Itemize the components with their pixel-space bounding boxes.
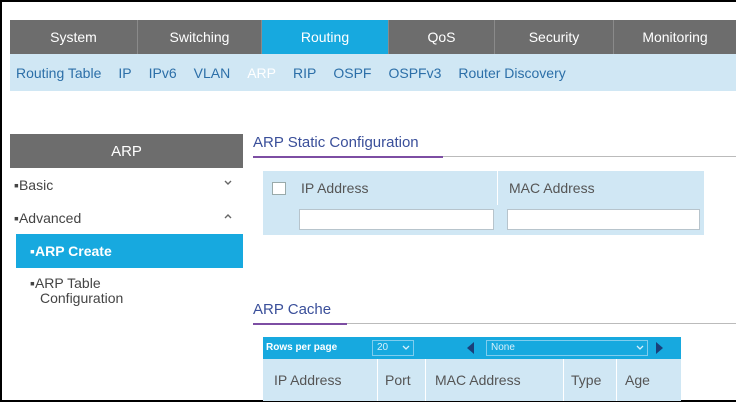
rows-per-page-value: 20 [377, 342, 389, 353]
section-underline [253, 156, 443, 158]
column-separator [563, 359, 564, 401]
select-all-checkbox[interactable] [272, 182, 286, 195]
column-separator [377, 359, 378, 401]
subnav-ospfv3[interactable]: OSPFv3 [388, 65, 441, 81]
pagination-toolbar: Rows per page 20 None [263, 337, 681, 359]
section-divider [443, 156, 736, 157]
table-header: IP Address Port MAC Address Type Age [263, 359, 681, 401]
sidebar-item-basic[interactable]: ▪ Basic [10, 168, 243, 201]
table-header: IP Address MAC Address [263, 171, 704, 205]
tab-switching[interactable]: Switching [138, 20, 262, 54]
tab-monitoring[interactable]: Monitoring [614, 20, 736, 54]
column-header-mac-address: MAC Address [509, 180, 595, 196]
sidebar-item-advanced[interactable]: ▪ Advanced [10, 201, 243, 234]
column-header-port: Port [385, 372, 411, 388]
next-page-icon[interactable] [655, 342, 663, 354]
subnav-ospf[interactable]: OSPF [333, 65, 371, 81]
rows-per-page-select[interactable]: 20 [372, 340, 414, 356]
subnav-ipv6[interactable]: IPv6 [149, 65, 177, 81]
section-underline [253, 323, 347, 325]
sidebar: ARP ▪ Basic ▪ Advanced ▪ ARP Create ▪ARP Ta… [10, 134, 243, 402]
tab-routing[interactable]: Routing [262, 20, 389, 54]
column-header-ip-address: IP Address [274, 372, 342, 388]
top-nav: System Switching Routing QoS Security Mo… [10, 20, 736, 54]
page-select[interactable]: None [486, 340, 648, 356]
table-row [263, 205, 704, 235]
column-header-age: Age [625, 372, 650, 388]
static-config-title: ARP Static Configuration [253, 134, 419, 151]
section-divider [347, 323, 736, 324]
sidebar-item-label: ARP Table [34, 275, 101, 291]
mac-address-input[interactable] [507, 209, 700, 230]
sub-nav: Routing Table IP IPv6 VLAN ARP RIP OSPF … [10, 54, 736, 91]
rows-per-page-label: Rows per page [266, 342, 338, 353]
page-select-value: None [491, 342, 515, 353]
sidebar-item-label: Basic [18, 176, 54, 193]
sidebar-item-label: Advanced [18, 209, 82, 226]
tab-security[interactable]: Security [495, 20, 614, 54]
sidebar-item-label-line2: Configuration [40, 290, 124, 306]
subnav-routing-table[interactable]: Routing Table [16, 65, 101, 81]
chevron-down-icon [636, 345, 644, 350]
chevron-down-icon [224, 180, 232, 185]
subnav-vlan[interactable]: VLAN [194, 65, 231, 81]
sidebar-item-arp-table-configuration[interactable]: ▪ARP Table Configuration [10, 268, 243, 306]
subnav-arp[interactable]: ARP [247, 65, 276, 81]
column-separator [616, 359, 617, 401]
column-separator [497, 171, 498, 205]
chevron-up-icon [224, 214, 232, 219]
subnav-rip[interactable]: RIP [293, 65, 316, 81]
cache-title: ARP Cache [253, 301, 332, 318]
tab-qos[interactable]: QoS [389, 20, 495, 54]
static-config-table: IP Address MAC Address [263, 171, 704, 235]
subnav-router-discovery[interactable]: Router Discovery [458, 65, 565, 81]
column-header-ip-address: IP Address [301, 180, 369, 196]
column-header-mac-address: MAC Address [435, 372, 521, 388]
subnav-ip[interactable]: IP [118, 65, 131, 81]
column-header-type: Type [571, 372, 602, 388]
sidebar-title: ARP [10, 134, 243, 168]
sidebar-item-label: ARP Create [34, 243, 112, 259]
chevron-down-icon [402, 345, 410, 350]
column-separator [425, 359, 426, 401]
tab-system[interactable]: System [10, 20, 138, 54]
arp-cache-table: Rows per page 20 None IP Address Port MA… [263, 337, 681, 401]
prev-page-icon[interactable] [467, 342, 475, 354]
sidebar-item-arp-create[interactable]: ▪ ARP Create [16, 234, 243, 268]
ip-address-input[interactable] [299, 209, 494, 230]
